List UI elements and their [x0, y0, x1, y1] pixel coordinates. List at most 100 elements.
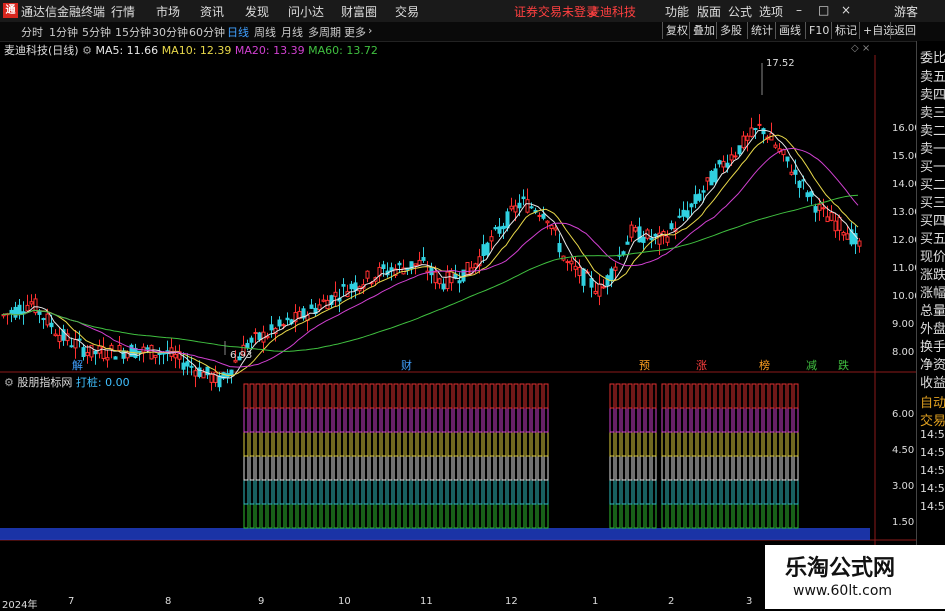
quote-panel-item[interactable]: 14:56 [920, 500, 945, 513]
event-mark-reduce[interactable]: 减 [806, 357, 817, 373]
period-15min[interactable]: 15分钟 [115, 24, 151, 40]
multi-stock-button[interactable]: 多股 [716, 22, 745, 39]
indicator-bar [351, 455, 357, 481]
indicator-bar [465, 479, 471, 505]
quote-panel-item[interactable]: 卖一 [920, 138, 945, 157]
period-1min[interactable]: 1分钟 [49, 24, 78, 40]
period-tick[interactable]: 分时 [21, 24, 43, 40]
quote-panel-item[interactable]: 卖二 [920, 120, 945, 139]
candle-body [605, 275, 610, 286]
event-mark-forecast[interactable]: 预 [639, 357, 650, 373]
menu-layout[interactable]: 版面 [697, 3, 721, 20]
quote-panel-item[interactable]: 换手 [920, 336, 945, 355]
settings-icon[interactable]: ⚙ [4, 376, 14, 389]
indicator-bar [621, 431, 627, 457]
more-chevron-icon[interactable]: › [368, 24, 372, 37]
restore-rights-button[interactable]: 复权 [662, 22, 691, 39]
quote-panel-item[interactable]: 买二 [920, 174, 945, 193]
quote-panel-item[interactable]: 委比 [920, 47, 945, 66]
indicator-bar [255, 431, 261, 457]
candle-body [217, 375, 222, 388]
quote-panel-item[interactable]: 卖四 [920, 84, 945, 103]
indicator-bar [727, 407, 733, 433]
period-5min[interactable]: 5分钟 [82, 24, 111, 40]
menu-trade[interactable]: 交易 [395, 3, 419, 20]
indicator-bar [477, 503, 483, 529]
quote-panel-item[interactable]: 卖五 [920, 66, 945, 85]
event-mark-unlock[interactable]: 解 [72, 357, 83, 373]
login-notice[interactable]: 证券交易未登录 [514, 3, 598, 20]
quote-panel-item[interactable]: 总量 [920, 300, 945, 319]
period-60min[interactable]: 60分钟 [189, 24, 225, 40]
draw-line-button[interactable]: 画线 [775, 22, 804, 39]
menu-news[interactable]: 资讯 [200, 3, 224, 20]
candle-body [321, 299, 326, 302]
back-button[interactable]: 返回 [890, 22, 919, 39]
period-month[interactable]: 月线 [281, 24, 303, 40]
menu-wealth[interactable]: 财富圈 [341, 3, 377, 20]
event-mark-fall[interactable]: 跌 [838, 357, 849, 373]
f10-button[interactable]: F10 [805, 22, 832, 39]
menu-options[interactable]: 选项 [759, 3, 783, 20]
quote-panel-item[interactable]: 涨跌 [920, 264, 945, 283]
quote-panel-item[interactable]: 买四 [920, 210, 945, 229]
period-multi[interactable]: 多周期 [308, 24, 341, 40]
menu-ask[interactable]: 问小达 [288, 3, 324, 20]
indicator-bar [531, 479, 537, 505]
event-mark-finance[interactable]: 财 [401, 357, 412, 373]
indicator-bar [417, 407, 423, 433]
indicator-bar [787, 383, 793, 409]
event-mark-rise[interactable]: 涨 [696, 357, 707, 373]
quote-panel-item[interactable]: 交易 [920, 410, 945, 429]
indicator-bar [333, 431, 339, 457]
guest-user[interactable]: 游客 [894, 3, 918, 20]
quote-panel-item[interactable]: 涨幅 [920, 282, 945, 301]
menu-discover[interactable]: 发现 [245, 3, 269, 20]
quote-panel-item[interactable]: 买三 [920, 192, 945, 211]
stats-button[interactable]: 统计 [747, 22, 776, 39]
menu-formula[interactable]: 公式 [728, 3, 752, 20]
quote-panel-item[interactable]: 买五 [920, 228, 945, 247]
menu-function[interactable]: 功能 [665, 3, 689, 20]
indicator-bar [441, 503, 447, 529]
quote-panel-item[interactable]: 卖三 [920, 102, 945, 121]
period-30min[interactable]: 30分钟 [152, 24, 188, 40]
indicator-bar [633, 383, 639, 409]
indicator-bar [537, 407, 543, 433]
quote-panel-item[interactable]: 外盘 [920, 318, 945, 337]
collapse-icon[interactable]: ◇ × [851, 43, 870, 54]
period-week[interactable]: 周线 [254, 24, 276, 40]
period-day-active[interactable]: 日线 [227, 24, 249, 40]
close-icon[interactable]: × [841, 3, 851, 17]
maximize-icon[interactable]: □ [818, 3, 829, 17]
candle-body [417, 259, 422, 266]
indicator-bar [709, 407, 715, 433]
time-tick: 12 [505, 596, 518, 607]
indicator-bar [621, 479, 627, 505]
menu-market[interactable]: 市场 [156, 3, 180, 20]
period-more[interactable]: 更多 [344, 24, 366, 40]
quote-panel-item[interactable]: 自动 [920, 392, 945, 411]
indicator-bar [267, 455, 273, 481]
quote-panel-item[interactable]: 净资 [920, 354, 945, 373]
event-mark-list[interactable]: 榜 [759, 357, 770, 373]
quote-panel-item[interactable]: 收益 [920, 372, 945, 391]
quote-panel-item[interactable]: 14:56 [920, 464, 945, 477]
quote-panel-item[interactable]: 现价 [920, 246, 945, 265]
indicator-bar [495, 407, 501, 433]
mark-button[interactable]: 标记 [831, 22, 860, 39]
indicator-bar [387, 503, 393, 529]
minimize-icon[interactable]: – [796, 3, 802, 17]
quote-panel-item[interactable]: 14:56 [920, 482, 945, 495]
quote-panel-item[interactable]: 14:56 [920, 446, 945, 459]
quote-panel-item[interactable]: 买一 [920, 156, 945, 175]
candle-body [753, 128, 758, 131]
menu-quotes[interactable]: 行情 [111, 3, 135, 20]
indicator-bar [537, 383, 543, 409]
indicator-bar [507, 431, 513, 457]
candle-body [81, 347, 86, 358]
indicator-bar [751, 503, 757, 529]
overlay-button[interactable]: 叠加 [689, 22, 718, 39]
candle-body [709, 170, 714, 186]
quote-panel-item[interactable]: 14:56 [920, 428, 945, 441]
